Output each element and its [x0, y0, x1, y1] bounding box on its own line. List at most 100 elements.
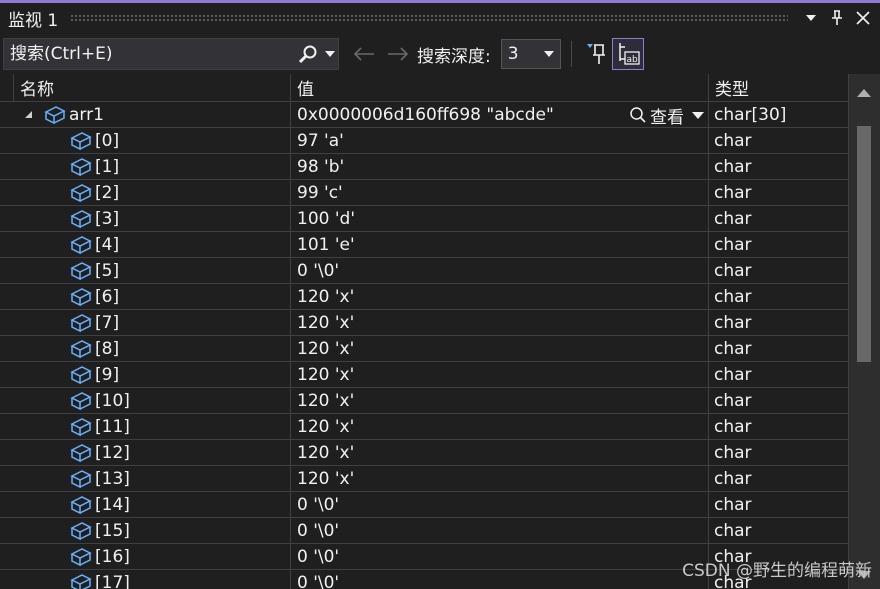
row-name: [10]	[95, 390, 130, 411]
scroll-up-icon[interactable]	[857, 82, 871, 101]
value-cell[interactable]: 120 'x'	[291, 388, 709, 414]
cube-object-icon	[68, 364, 94, 386]
type-cell: char	[709, 258, 849, 284]
search-depth-select[interactable]: 3	[500, 39, 561, 69]
value-cell[interactable]: 0x0000006d160ff698 "abcde" 查看	[291, 102, 709, 128]
table-row[interactable]: [9] 120 'x' char	[0, 362, 849, 388]
scrollbar-thumb[interactable]	[857, 126, 871, 362]
pin-icon[interactable]	[824, 5, 850, 31]
table-row[interactable]: [6] 120 'x' char	[0, 284, 849, 310]
value-cell[interactable]: 100 'd'	[291, 206, 709, 232]
name-cell: [2]	[0, 180, 291, 206]
arrow-right-icon[interactable]	[381, 38, 415, 70]
row-gutter	[0, 440, 14, 465]
chevron-down-icon	[692, 111, 704, 119]
type-cell: char	[709, 492, 849, 518]
value-cell[interactable]: 97 'a'	[291, 128, 709, 154]
name-cell: [15]	[0, 518, 291, 544]
value-cell[interactable]: 120 'x'	[291, 440, 709, 466]
window-title: 监视 1	[8, 10, 59, 31]
search-icon[interactable]	[294, 39, 322, 69]
row-name: [1]	[95, 156, 120, 177]
row-name: [13]	[95, 468, 130, 489]
table-row-root[interactable]: arr1 0x0000006d160ff698 "abcde" 查看 char[…	[0, 102, 849, 128]
name-cell: [12]	[0, 440, 291, 466]
value-cell[interactable]: 0 '\0'	[291, 492, 709, 518]
value-cell[interactable]: 120 'x'	[291, 336, 709, 362]
ab-display-icon[interactable]: ab	[611, 38, 644, 70]
name-cell: [11]	[0, 414, 291, 440]
type-cell: char	[709, 180, 849, 206]
type-cell: char	[709, 284, 849, 310]
cube-object-icon	[68, 468, 94, 490]
value-cell[interactable]: 120 'x'	[291, 310, 709, 336]
value-cell[interactable]: 99 'c'	[291, 180, 709, 206]
value-cell[interactable]: 101 'e'	[291, 232, 709, 258]
row-gutter	[0, 310, 14, 335]
type-cell: char	[709, 310, 849, 336]
type-cell: char	[709, 206, 849, 232]
row-name: [17]	[95, 572, 130, 589]
row-gutter	[0, 154, 14, 179]
row-name: [5]	[95, 260, 120, 281]
search-options-chevron-icon[interactable]	[322, 39, 338, 69]
value-cell[interactable]: 0 '\0'	[291, 570, 709, 589]
name-cell: [3]	[0, 206, 291, 232]
row-gutter	[0, 518, 14, 543]
row-gutter	[0, 232, 14, 257]
row-name: arr1	[69, 104, 104, 125]
table-row[interactable]: [15] 0 '\0' char	[0, 518, 849, 544]
name-cell: [6]	[0, 284, 291, 310]
table-row[interactable]: [5] 0 '\0' char	[0, 258, 849, 284]
search-input[interactable]	[4, 39, 294, 69]
name-cell: [7]	[0, 310, 291, 336]
drag-grip[interactable]	[70, 13, 788, 23]
watch-toolbar: 搜索深度: 3 ab	[0, 36, 880, 72]
row-gutter	[0, 362, 14, 387]
column-header-name[interactable]: 名称	[14, 74, 291, 102]
name-cell: [9]	[0, 362, 291, 388]
collapse-triangle-icon[interactable]	[14, 110, 42, 119]
value-cell[interactable]: 0 '\0'	[291, 518, 709, 544]
table-row[interactable]: [4] 101 'e' char	[0, 232, 849, 258]
table-row[interactable]: [13] 120 'x' char	[0, 466, 849, 492]
table-row[interactable]: [1] 98 'b' char	[0, 154, 849, 180]
row-name: [2]	[95, 182, 120, 203]
name-cell: [1]	[0, 154, 291, 180]
value-cell[interactable]: 0 '\0'	[291, 544, 709, 570]
arrow-left-icon[interactable]	[347, 38, 381, 70]
cube-object-icon	[68, 182, 94, 204]
row-gutter	[0, 336, 14, 361]
table-row[interactable]: [7] 120 'x' char	[0, 310, 849, 336]
pin-watch-icon[interactable]	[580, 38, 612, 70]
table-row[interactable]: [8] 120 'x' char	[0, 336, 849, 362]
value-cell[interactable]: 120 'x'	[291, 284, 709, 310]
chevron-down-icon[interactable]	[798, 5, 824, 31]
table-row[interactable]: [11] 120 'x' char	[0, 414, 849, 440]
value-cell[interactable]: 120 'x'	[291, 466, 709, 492]
value-cell[interactable]: 98 'b'	[291, 154, 709, 180]
vertical-scrollbar[interactable]	[849, 74, 880, 589]
close-icon[interactable]	[850, 5, 876, 31]
table-row[interactable]: [2] 99 'c' char	[0, 180, 849, 206]
value-cell[interactable]: 120 'x'	[291, 414, 709, 440]
value-cell[interactable]: 120 'x'	[291, 362, 709, 388]
table-row[interactable]: [10] 120 'x' char	[0, 388, 849, 414]
table-row[interactable]: [3] 100 'd' char	[0, 206, 849, 232]
column-header-value[interactable]: 值	[291, 74, 709, 102]
search-box	[3, 38, 339, 70]
row-name: [14]	[95, 494, 130, 515]
table-row[interactable]: [12] 120 'x' char	[0, 440, 849, 466]
row-name: [9]	[95, 364, 120, 385]
view-visualizer-button[interactable]: 查看	[629, 102, 704, 127]
row-name: [4]	[95, 234, 120, 255]
cube-object-icon	[68, 130, 94, 152]
table-row[interactable]: [0] 97 'a' char	[0, 128, 849, 154]
row-name: [15]	[95, 520, 130, 541]
row-name: [6]	[95, 286, 120, 307]
table-row[interactable]: [14] 0 '\0' char	[0, 492, 849, 518]
cube-object-icon	[68, 260, 94, 282]
column-header-type[interactable]: 类型	[709, 74, 849, 102]
value-cell[interactable]: 0 '\0'	[291, 258, 709, 284]
name-cell: [13]	[0, 466, 291, 492]
